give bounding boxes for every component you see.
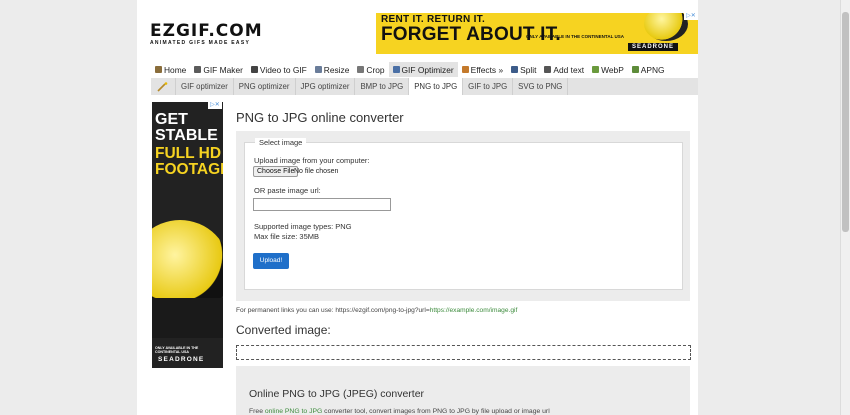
- converted-title: Converted image:: [236, 323, 331, 337]
- converted-output-box: [236, 345, 691, 360]
- permalink-prefix: For permanent links you can use: https:/…: [236, 307, 430, 314]
- nav-item-label: WebP: [601, 64, 624, 75]
- main-nav: Home GIF Maker Video to GIF Resize Crop GIF O…: [151, 62, 669, 78]
- ad-close-icon[interactable]: ▷✕: [684, 13, 698, 20]
- nav-item-label: GIF Optimizer: [401, 64, 454, 75]
- nav-item-label: APNG: [640, 64, 665, 75]
- ad-brand: SEADRONE: [628, 43, 679, 51]
- banner-ad[interactable]: RENT IT. RETURN IT. FORGET ABOUT IT. ONL…: [376, 13, 698, 54]
- effects-icon: [461, 66, 469, 73]
- nav-item-home[interactable]: Home: [151, 62, 190, 77]
- info-section: Online PNG to JPG (JPEG) converter Free …: [236, 366, 690, 415]
- tab-bmp-to-jpg[interactable]: BMP to JPG: [355, 78, 410, 95]
- optimizer-icon: [392, 66, 400, 73]
- upload-button[interactable]: Upload!: [253, 253, 289, 269]
- upload-form: Select image Upload image from your comp…: [236, 131, 690, 301]
- tab-svg-to-png[interactable]: SVG to PNG: [513, 78, 569, 95]
- info-text-prefix: Free: [249, 408, 265, 415]
- gif-maker-icon: [194, 66, 202, 73]
- url-input[interactable]: [253, 198, 391, 211]
- side-ad-line-2: FULL HD FOOTAGE: [155, 145, 223, 178]
- logo-tagline: ANIMATED GIFS MADE EASY: [150, 40, 251, 46]
- nav-item-label: GIF Maker: [203, 64, 243, 75]
- nav-item-add-text[interactable]: Add text: [540, 62, 588, 77]
- supported-types: Supported image types: PNG: [254, 222, 352, 231]
- fieldset-legend: Select image: [255, 138, 307, 147]
- sidebar-ad[interactable]: GET STABLE FULL HD FOOTAGE ONLY AVAILABL…: [152, 102, 223, 368]
- info-text: Free online PNG to JPG converter tool, c…: [249, 408, 550, 415]
- nav-item-label: Resize: [323, 64, 350, 75]
- nav-item-gif-optimizer[interactable]: GIF Optimizer: [388, 62, 458, 77]
- select-image-fieldset: Select image Upload image from your comp…: [244, 138, 683, 290]
- sub-nav: GIF optimizer PNG optimizer JPG optimizer B…: [151, 78, 698, 95]
- side-ad-fine-print: ONLY AVAILABLE IN THE CONTINENTAL USA: [155, 346, 199, 354]
- side-ad-line-1: GET STABLE: [155, 111, 218, 144]
- add-text-icon: [544, 66, 552, 73]
- vertical-scrollbar[interactable]: [840, 0, 850, 415]
- choose-file-button[interactable]: Choose File: [253, 166, 299, 177]
- drone-base: [152, 298, 223, 338]
- ad-fine-print: ONLY AVAILABLE IN THE CONTINENTAL USA: [526, 34, 625, 39]
- drone-image: [644, 13, 688, 41]
- resize-icon: [314, 66, 322, 73]
- nav-item-gif-maker[interactable]: GIF Maker: [190, 62, 247, 77]
- side-ad-close-icon[interactable]: ▷✕: [208, 102, 222, 109]
- home-icon: [155, 66, 162, 73]
- nav-item-label: Effects »: [470, 64, 504, 75]
- no-file-text: No file chosen: [294, 168, 339, 175]
- tab-jpg-optimizer[interactable]: JPG optimizer: [296, 78, 356, 95]
- permalink-text: For permanent links you can use: https:/…: [236, 307, 517, 314]
- info-title: Online PNG to JPG (JPEG) converter: [249, 388, 425, 400]
- webp-icon: [592, 66, 600, 73]
- nav-item-split[interactable]: Split: [507, 62, 540, 77]
- split-icon: [511, 66, 519, 73]
- scrollbar-thumb[interactable]: [842, 12, 849, 232]
- nav-item-apng[interactable]: APNG: [628, 62, 669, 77]
- nav-item-label: Split: [520, 64, 537, 75]
- info-text-rest: converter tool, convert images from PNG …: [322, 408, 550, 415]
- nav-item-webp[interactable]: WebP: [588, 62, 628, 77]
- permalink-link[interactable]: https://example.com/image.gif: [430, 307, 518, 314]
- side-ad-brand: SEADRONE: [158, 356, 205, 363]
- nav-item-label: Home: [164, 64, 187, 75]
- page-title: PNG to JPG online converter: [236, 110, 404, 125]
- crop-icon: [357, 66, 365, 73]
- nav-item-resize[interactable]: Resize: [311, 62, 354, 77]
- upload-label: Upload image from your computer:: [254, 156, 370, 165]
- apng-icon: [631, 66, 639, 73]
- info-text-link[interactable]: online PNG to JPG: [265, 408, 322, 415]
- site-logo[interactable]: EZGIF.COM ANIMATED GIFS MADE EASY: [150, 21, 263, 46]
- video-icon: [250, 66, 258, 73]
- logo-text: EZGIF.COM: [150, 21, 263, 41]
- nav-item-label: Crop: [366, 64, 385, 75]
- nav-item-label: Add text: [553, 64, 585, 75]
- url-label: OR paste image url:: [254, 186, 321, 195]
- max-file-size: Max file size: 35MB: [254, 232, 320, 241]
- tab-png-to-jpg[interactable]: PNG to JPG: [409, 78, 464, 95]
- nav-item-effects[interactable]: Effects »: [458, 62, 507, 77]
- tab-gif-to-jpg[interactable]: GIF to JPG: [463, 78, 514, 95]
- tab-gif-optimizer[interactable]: GIF optimizer: [176, 78, 234, 95]
- nav-item-label: Video to GIF: [259, 64, 307, 75]
- tab-png-optimizer[interactable]: PNG optimizer: [234, 78, 296, 95]
- nav-item-video-to-gif[interactable]: Video to GIF: [247, 62, 311, 77]
- sub-nav-wand-icon[interactable]: [151, 78, 176, 95]
- nav-item-crop[interactable]: Crop: [353, 62, 388, 77]
